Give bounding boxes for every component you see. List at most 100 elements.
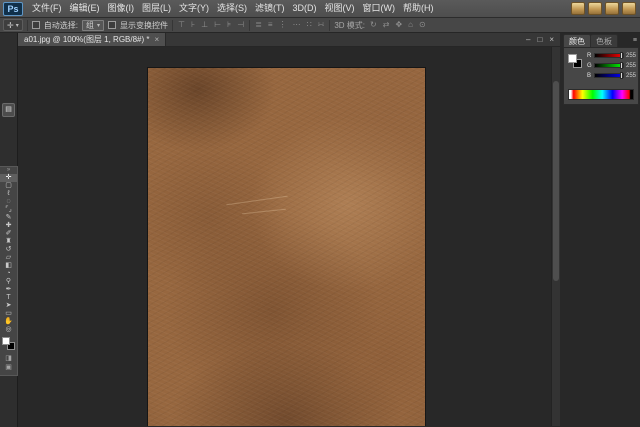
tool-pen[interactable]: ✒ (0, 286, 17, 294)
tool-spot-healing-brush[interactable]: ✚ (0, 222, 17, 230)
blue-value[interactable]: 255 (626, 73, 636, 79)
green-value[interactable]: 255 (626, 63, 636, 69)
distribute-top-icon[interactable]: ≣ (254, 18, 263, 32)
tool-crop[interactable]: ⌜⌟ (0, 206, 17, 214)
auto-select-dropdown[interactable]: 组 ▾ (82, 20, 104, 31)
canvas-image[interactable] (148, 68, 425, 426)
collapsed-panel-icon[interactable]: ▤ (2, 103, 15, 117)
show-transform-checkbox[interactable] (108, 21, 116, 29)
3d-rotate-icon[interactable]: ↻ (369, 18, 378, 32)
tab-color[interactable]: 颜色 (563, 34, 591, 47)
tool-clone-stamp[interactable]: ♜ (0, 238, 17, 246)
tool-blur[interactable]: ◔ (0, 270, 17, 278)
tool-history-brush[interactable]: ↺ (0, 246, 17, 254)
distribute-vcenter-icon[interactable]: ≡ (267, 18, 274, 32)
green-slider[interactable] (594, 63, 624, 68)
auto-select-checkbox[interactable] (32, 21, 40, 29)
tool-brush[interactable]: ✐ (0, 230, 17, 238)
chevron-down-icon: ▾ (97, 22, 100, 29)
photoshop-window: { "app": { "logo": "Ps" }, "menu": { "it… (0, 0, 640, 427)
screen-mode-icon[interactable]: ▣ (0, 363, 17, 372)
menu-3d[interactable]: 3D(D) (289, 0, 321, 17)
red-slider[interactable] (594, 53, 624, 58)
distribute-left-icon[interactable]: ⋯ (292, 18, 302, 32)
tool-dodge[interactable]: ⚲ (0, 278, 17, 286)
close-button[interactable]: × (549, 35, 554, 44)
options-separator (27, 20, 28, 31)
document-tab[interactable]: a01.jpg @ 100%(图层 1, RGB/8#) * × (18, 33, 166, 46)
options-separator (249, 20, 250, 31)
document-window: a01.jpg @ 100%(图层 1, RGB/8#) * × – □ × (18, 33, 560, 427)
restore-button[interactable]: □ (537, 35, 542, 44)
menu-image[interactable]: 图像(I) (104, 0, 139, 17)
align-left-edges-icon[interactable]: ⊢ (213, 18, 222, 32)
menu-select[interactable]: 选择(S) (213, 0, 251, 17)
tool-shape[interactable]: ▭ (0, 310, 17, 318)
menu-help[interactable]: 帮助(H) (399, 0, 438, 17)
titlebar-plugin-icons (571, 2, 636, 15)
menu-layer[interactable]: 图层(L) (138, 0, 175, 17)
toolbar-collapse-icon[interactable]: » (0, 167, 17, 174)
blue-slider-row: B 255 (587, 72, 636, 79)
menu-view[interactable]: 视图(V) (321, 0, 359, 17)
red-value[interactable]: 255 (626, 53, 636, 59)
canvas-area[interactable] (18, 47, 560, 426)
red-slider-label: R (587, 53, 592, 59)
tool-path-selection[interactable]: ➤ (0, 302, 17, 310)
minimize-button[interactable]: – (526, 35, 530, 44)
align-top-edges-icon[interactable]: ⊤ (177, 18, 186, 32)
menu-type[interactable]: 文字(Y) (175, 0, 213, 17)
menu-window[interactable]: 窗口(W) (359, 0, 400, 17)
align-right-edges-icon[interactable]: ⊣ (236, 18, 245, 32)
color-spectrum-ramp[interactable] (568, 89, 634, 100)
quick-mask-icon[interactable]: ◨ (0, 354, 17, 363)
3d-slide-icon[interactable]: ⌂ (407, 18, 414, 32)
3d-scale-icon[interactable]: ⊙ (418, 18, 427, 32)
titlebar-plugin-icon-1[interactable] (571, 2, 585, 15)
tab-swatches[interactable]: 色板 (591, 34, 618, 47)
green-slider-label: G (587, 63, 592, 69)
3d-roll-icon[interactable]: ⇄ (382, 18, 391, 32)
distribute-bottom-icon[interactable]: ⋮ (278, 18, 288, 32)
red-slider-handle[interactable] (620, 52, 623, 59)
tool-zoom[interactable]: ◎ (0, 326, 17, 334)
menu-file[interactable]: 文件(F) (28, 0, 66, 17)
tool-rectangular-marquee[interactable]: ▢ (0, 182, 17, 190)
tool-eraser[interactable]: ▱ (0, 254, 17, 262)
titlebar-plugin-icon-2[interactable] (588, 2, 602, 15)
window-controls: – □ × (526, 33, 560, 46)
menu-edit[interactable]: 编辑(E) (66, 0, 104, 17)
panel-foreground-swatch[interactable] (568, 54, 577, 63)
green-slider-handle[interactable] (620, 62, 623, 69)
panel-menu-icon[interactable]: ≡ (633, 34, 639, 47)
blue-slider-label: B (587, 73, 592, 79)
distribute-hcenter-icon[interactable]: ∷ (306, 18, 313, 32)
titlebar-plugin-icon-3[interactable] (605, 2, 619, 15)
document-tab-bar: a01.jpg @ 100%(图层 1, RGB/8#) * × – □ × (18, 33, 560, 47)
blue-slider[interactable] (594, 73, 624, 78)
titlebar-plugin-icon-4[interactable] (622, 2, 636, 15)
tool-gradient[interactable]: ◧ (0, 262, 17, 270)
blue-slider-handle[interactable] (620, 72, 623, 79)
3d-drag-icon[interactable]: ✥ (394, 18, 403, 32)
tool-eyedropper[interactable]: ✎ (0, 214, 17, 222)
tool-quick-selection[interactable]: ◌ (0, 198, 17, 206)
tool-move[interactable]: ✛ (0, 174, 17, 182)
color-panel-group: 颜色 色板 ≡ R 255 G 255 B 255 (563, 34, 639, 105)
tool-lasso[interactable]: ℓ (0, 190, 17, 198)
scrollbar-thumb[interactable] (553, 81, 559, 281)
foreground-color-swatch[interactable] (2, 337, 10, 345)
document-tab-title: a01.jpg @ 100%(图层 1, RGB/8#) * (24, 34, 150, 45)
align-bottom-edges-icon[interactable]: ⊥ (200, 18, 209, 32)
distribute-right-icon[interactable]: ∺ (317, 18, 326, 32)
tool-hand[interactable]: ✋ (0, 318, 17, 326)
close-icon[interactable]: × (155, 35, 160, 44)
texture-scratch (242, 209, 286, 215)
menu-filter[interactable]: 滤镜(T) (251, 0, 289, 17)
tool-type[interactable]: T (0, 294, 17, 302)
align-horizontal-centers-icon[interactable]: ⊧ (226, 18, 232, 32)
tool-preset-dropdown[interactable]: ✛ ▾ (3, 19, 23, 31)
auto-select-value: 组 (86, 20, 94, 31)
vertical-scrollbar[interactable] (551, 47, 560, 426)
align-vertical-centers-icon[interactable]: ⊦ (190, 18, 196, 32)
